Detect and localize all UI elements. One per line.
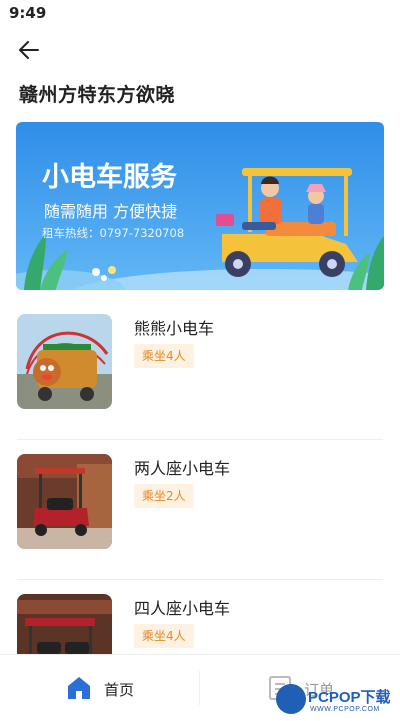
vehicle-name: 熊熊小电车 (134, 319, 215, 338)
vehicle-photo (17, 314, 112, 409)
arrow-left-icon (19, 41, 39, 59)
capacity-badge: 乘坐4人 (134, 624, 194, 648)
page-title: 赣州方特东方欲晓 (19, 84, 176, 106)
capacity-badge: 乘坐4人 (134, 344, 194, 368)
home-icon (68, 677, 90, 699)
status-time: 9:49 (9, 4, 47, 22)
status-bar: 9:49 (0, 0, 400, 26)
banner-subtitle: 随需随用 方便快捷 (44, 202, 177, 221)
service-banner[interactable]: 小电车服务 随需随用 方便快捷 租车热线：0797-7320708 (16, 122, 384, 290)
watermark-subtext: WWW.PCPOP.COM (310, 706, 380, 713)
list-item[interactable]: 两人座小电车 乘坐2人 (0, 440, 400, 580)
list-item[interactable]: 熊熊小电车 乘坐4人 (0, 300, 400, 440)
watermark-logo-icon (276, 684, 306, 714)
capacity-badge: 乘坐2人 (134, 484, 194, 508)
banner-hotline: 租车热线：0797-7320708 (42, 226, 184, 240)
vehicle-name: 两人座小电车 (134, 459, 231, 478)
tab-home[interactable]: 首页 (0, 655, 200, 721)
watermark: PCPOP下载 WWW.PCPOP.COM (276, 682, 400, 720)
banner-title: 小电车服务 (42, 161, 177, 193)
vehicle-name: 四人座小电车 (134, 599, 231, 618)
back-button[interactable] (16, 36, 44, 64)
watermark-text: PCPOP下载 (308, 689, 391, 706)
vehicle-photo (17, 454, 112, 549)
tab-home-label: 首页 (104, 681, 135, 699)
